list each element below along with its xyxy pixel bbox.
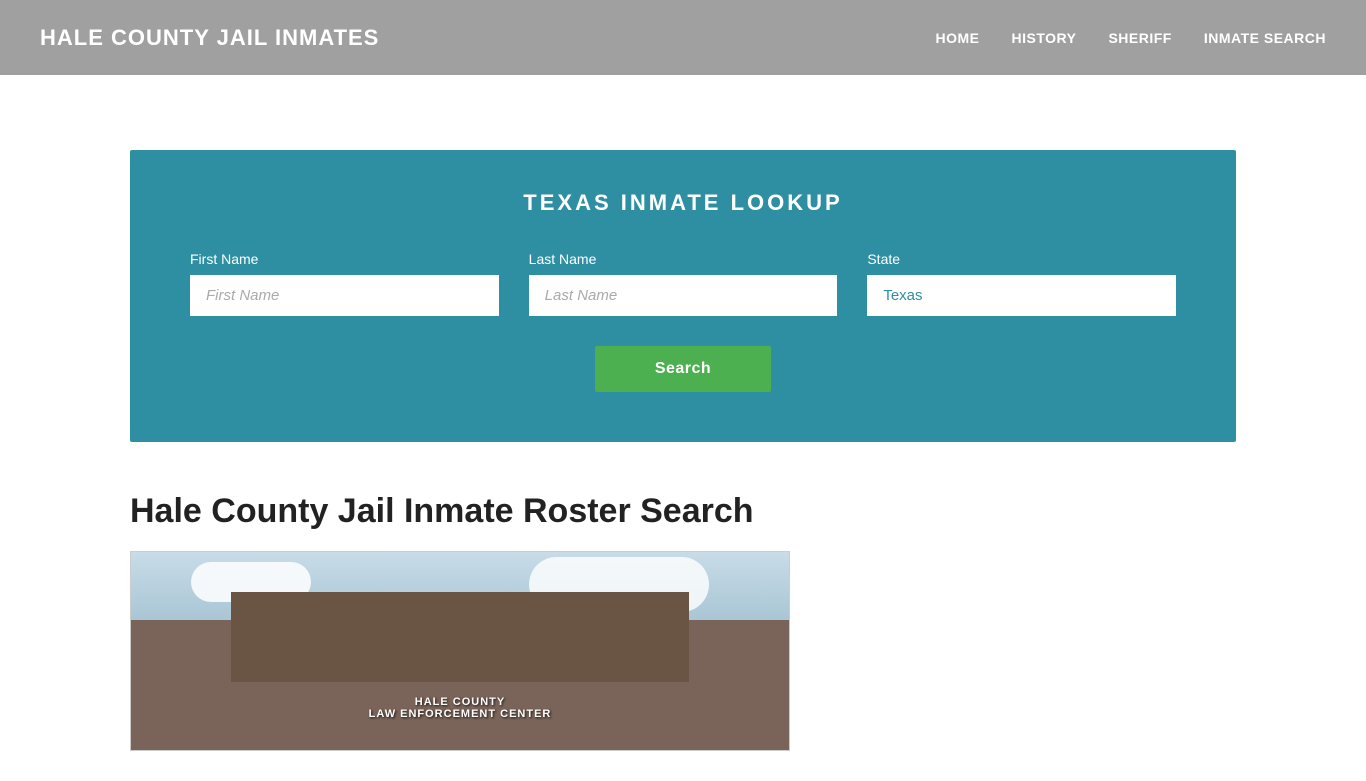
- sub-header-bar: [0, 75, 1366, 150]
- state-field-group: State: [867, 251, 1176, 316]
- nav-inmate-search[interactable]: INMATE SEARCH: [1204, 30, 1326, 46]
- search-fields-row: First Name Last Name State: [190, 251, 1176, 316]
- building-sign-line2: LAW ENFORCEMENT CENTER: [369, 708, 552, 720]
- first-name-field-group: First Name: [190, 251, 499, 316]
- search-section-title: TEXAS INMATE LOOKUP: [190, 190, 1176, 216]
- last-name-label: Last Name: [529, 251, 838, 267]
- nav-history[interactable]: HISTORY: [1012, 30, 1077, 46]
- search-button[interactable]: Search: [595, 346, 771, 392]
- content-section: Hale County Jail Inmate Roster Search HA…: [0, 442, 1366, 781]
- state-label: State: [867, 251, 1176, 267]
- building-image: HALE COUNTY LAW ENFORCEMENT CENTER: [130, 551, 790, 751]
- first-name-label: First Name: [190, 251, 499, 267]
- state-input[interactable]: [867, 275, 1176, 316]
- main-nav: HOME HISTORY SHERIFF INMATE SEARCH: [936, 30, 1327, 46]
- building-sign-line1: HALE COUNTY: [415, 696, 505, 708]
- site-title: HALE COUNTY JAIL INMATES: [40, 25, 379, 51]
- page-heading: Hale County Jail Inmate Roster Search: [130, 492, 1236, 531]
- search-button-row: Search: [190, 346, 1176, 392]
- search-section: TEXAS INMATE LOOKUP First Name Last Name…: [130, 150, 1236, 442]
- nav-home[interactable]: HOME: [936, 30, 980, 46]
- nav-sheriff[interactable]: SHERIFF: [1108, 30, 1171, 46]
- last-name-field-group: Last Name: [529, 251, 838, 316]
- last-name-input[interactable]: [529, 275, 838, 316]
- site-header: HALE COUNTY JAIL INMATES HOME HISTORY SH…: [0, 0, 1366, 75]
- building-top: [231, 592, 689, 682]
- first-name-input[interactable]: [190, 275, 499, 316]
- building-sign: HALE COUNTY LAW ENFORCEMENT CENTER: [369, 696, 552, 720]
